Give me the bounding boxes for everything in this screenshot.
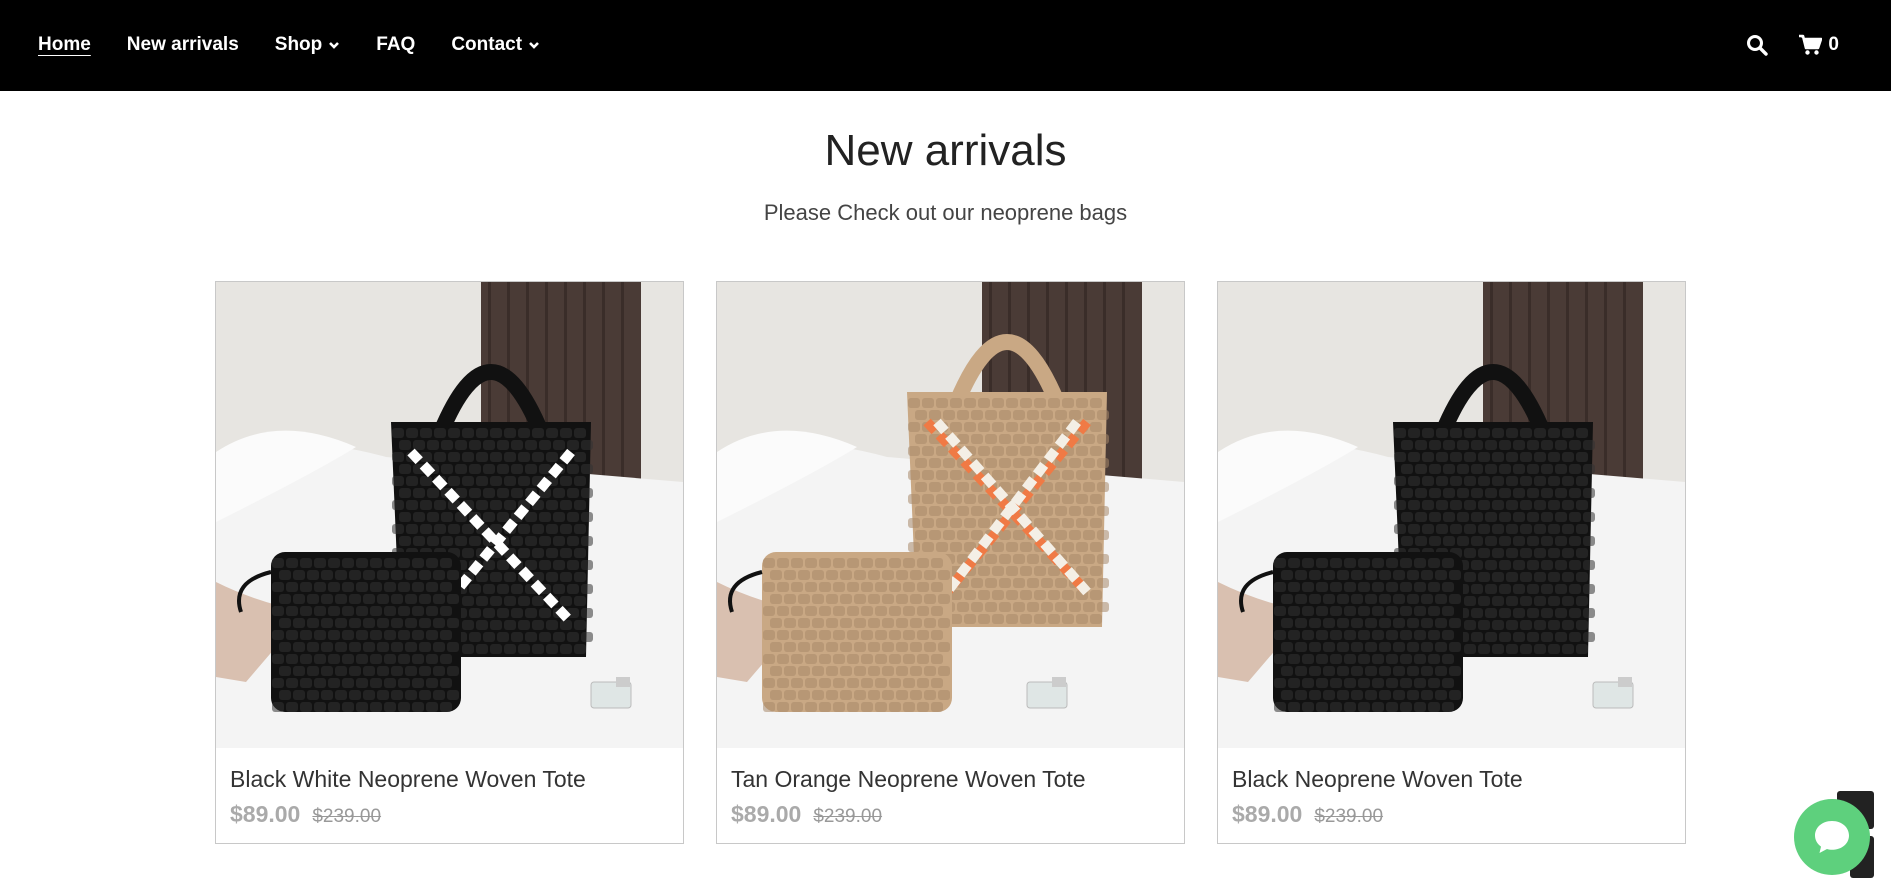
chat-button[interactable] [1794,799,1870,875]
chevron-down-icon [529,41,539,49]
product-grid: Black White Neoprene Woven Tote $89.00 $… [215,281,1686,844]
product-image[interactable] [717,282,1184,748]
perfume-cap [1618,677,1632,687]
product-image[interactable] [216,282,683,748]
product-price: $89.00 [230,801,301,827]
product-card[interactable]: Black White Neoprene Woven Tote $89.00 $… [215,281,684,844]
price-row: $89.00 $239.00 [230,801,683,828]
perfume-cap [1052,677,1066,687]
price-row: $89.00 $239.00 [731,801,1184,828]
nav-contact[interactable]: Contact [451,34,540,56]
product-title[interactable]: Black Neoprene Woven Tote [1232,766,1685,793]
cart-count: 0 [1828,33,1839,55]
nav-contact-label: Contact [451,33,523,55]
product-image[interactable] [1218,282,1685,748]
nav-faq-label: FAQ [376,33,416,55]
top-navbar: Home New arrivals Shop FAQ Contact 0 [0,0,1891,91]
nav-shop-label: Shop [274,33,323,55]
product-card[interactable]: Black Neoprene Woven Tote $89.00 $239.00 [1217,281,1686,844]
product-old-price: $239.00 [1314,806,1384,827]
nav-actions: 0 [1746,0,1839,89]
page-subtitle: Please Check out our neoprene bags [763,200,1128,225]
product-price: $89.00 [731,801,802,827]
nav-home[interactable]: Home [38,34,91,56]
page-title: New arrivals [824,126,1067,175]
perfume-cap [616,677,630,687]
product-card[interactable]: Tan Orange Neoprene Woven Tote $89.00 $2… [716,281,1185,844]
nav-new-arrivals[interactable]: New arrivals [127,34,239,56]
search-button[interactable] [1746,34,1769,56]
search-icon [1747,34,1769,56]
nav-home-label: Home [38,33,91,55]
nav-new-arrivals-label: New arrivals [126,33,239,55]
cart-button[interactable]: 0 [1798,34,1839,56]
product-old-price: $239.00 [813,806,883,827]
nav-shop[interactable]: Shop [275,34,341,56]
main-menu: Home New arrivals Shop FAQ Contact [38,0,576,89]
cart-icon [1799,34,1823,55]
chevron-down-icon [329,41,340,49]
chat-bubble-icon [1815,821,1849,853]
price-row: $89.00 $239.00 [1232,801,1685,828]
product-title[interactable]: Tan Orange Neoprene Woven Tote [731,766,1184,793]
product-price: $89.00 [1232,801,1303,827]
nav-faq[interactable]: FAQ [376,34,415,56]
product-title[interactable]: Black White Neoprene Woven Tote [230,766,683,793]
product-old-price: $239.00 [312,806,382,827]
